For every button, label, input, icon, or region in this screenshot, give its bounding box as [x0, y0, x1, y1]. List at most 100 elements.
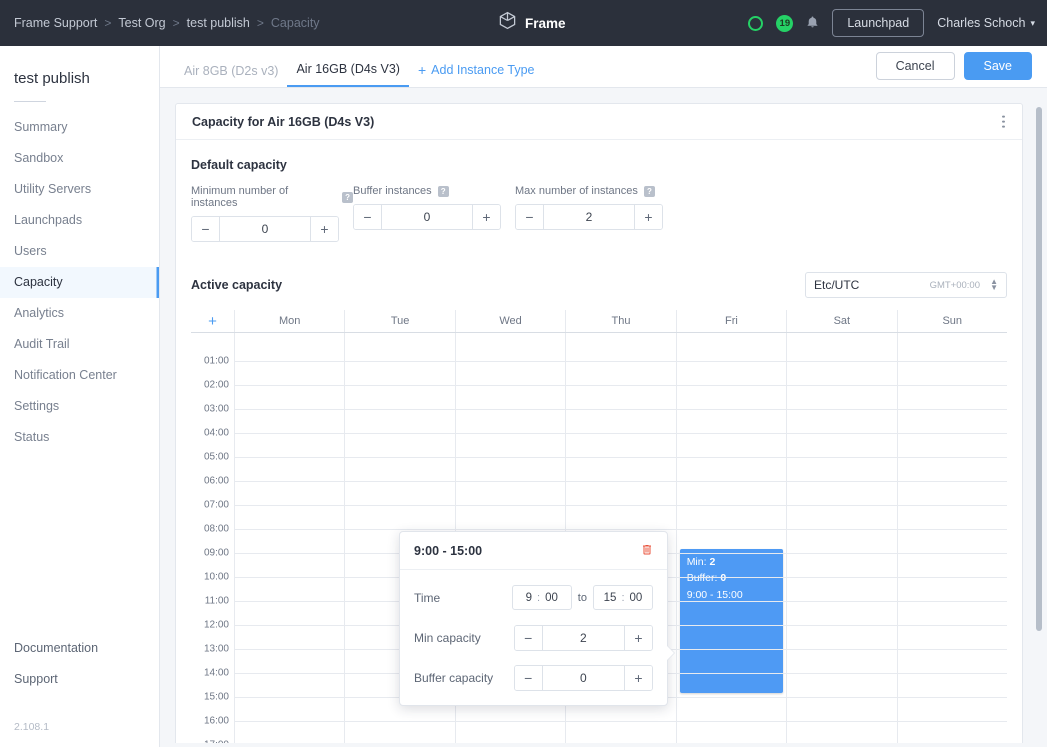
calendar-day-fri: Fri — [675, 310, 786, 332]
capacity-card-header: Capacity for Air 16GB (D4s V3) — [176, 104, 1022, 140]
more-options-icon[interactable] — [998, 111, 1009, 132]
plus-icon: + — [417, 62, 427, 78]
sidebar-item-notification-center[interactable]: Notification Center — [0, 360, 159, 391]
help-icon[interactable]: ? — [342, 191, 353, 203]
notification-count-badge[interactable]: 19 — [776, 14, 794, 32]
grid-line — [234, 529, 1007, 530]
calendar-column-sat[interactable] — [786, 333, 896, 743]
timezone-select[interactable]: Etc/UTC GMT+00:00 ▲ ▼ — [805, 272, 1007, 298]
sidebar-item-sandbox[interactable]: Sandbox — [0, 143, 159, 174]
sidebar-item-launchpads[interactable]: Launchpads — [0, 205, 159, 236]
sub-header-actions: Cancel Save — [875, 51, 1032, 80]
sidebar-item-capacity[interactable]: Capacity — [0, 267, 159, 298]
popover-buffer-capacity-label: Buffer capacity — [414, 670, 494, 685]
popover-time-row: Time 9 : 00 to 15 : 00 — [400, 581, 667, 614]
user-menu[interactable]: Charles Schoch ▾ — [937, 16, 1035, 30]
time-label: 03:00 — [203, 403, 229, 415]
sidebar-divider — [14, 101, 46, 102]
minus-icon[interactable]: − — [192, 217, 220, 241]
minus-icon[interactable]: − — [354, 205, 382, 229]
event-min-label: Min: — [686, 556, 707, 568]
popover-min-capacity-value[interactable]: 2 — [543, 626, 624, 650]
time-label: 17:00 — [204, 740, 229, 744]
time-label: 07:00 — [203, 499, 229, 511]
vertical-scrollbar-thumb[interactable] — [1036, 107, 1042, 631]
time-label: 13:00 — [203, 643, 229, 655]
time-label: 01:00 — [203, 355, 229, 367]
vertical-scroll-track[interactable] — [1031, 103, 1047, 743]
popover-min-capacity-stepper[interactable]: − 2 + — [513, 624, 653, 651]
plus-icon[interactable]: + — [624, 665, 652, 690]
help-icon[interactable]: ? — [437, 185, 449, 197]
sidebar-item-support[interactable]: Support — [0, 664, 160, 695]
breadcrumb-item-0[interactable]: Frame Support — [14, 16, 97, 30]
capacity-card-title: Capacity for Air 16GB (D4s V3) — [192, 114, 375, 129]
popover-buffer-capacity-stepper[interactable]: − 0 + — [513, 664, 653, 691]
tab-air-16gb[interactable]: Air 16GB (D4s V3) — [287, 62, 409, 87]
calendar-column-sun[interactable] — [896, 333, 1007, 743]
sidebar-item-audit-trail[interactable]: Audit Trail — [0, 329, 159, 360]
time-label: 14:00 — [203, 667, 229, 679]
minimum-instances-value[interactable]: 0 — [220, 217, 310, 241]
start-minute-value: 00 — [545, 591, 558, 604]
capacity-event-block[interactable]: Min: 2 Buffer: 0 9:00 - 15:00 — [679, 549, 784, 693]
breadcrumb-item-1[interactable]: Test Org — [118, 16, 165, 30]
help-icon[interactable]: ? — [643, 185, 655, 197]
breadcrumb-item-3: Capacity — [270, 16, 320, 30]
time-label: 11:00 — [204, 595, 229, 607]
breadcrumb-item-2[interactable]: test publish — [187, 16, 250, 30]
status-ok-icon[interactable] — [748, 15, 764, 31]
active-capacity-header: Active capacity Etc/UTC GMT+00:00 ▲ ▼ — [176, 242, 1022, 298]
plus-icon[interactable]: + — [634, 205, 662, 229]
capacity-schedule-popover: 9:00 - 15:00 Time 9 : 00 to 15 : 00 Min … — [399, 531, 674, 706]
bell-icon[interactable] — [806, 15, 819, 32]
end-time-field[interactable]: 15 : 00 — [592, 585, 653, 610]
calendar-column-mon[interactable] — [234, 333, 344, 743]
plus-icon[interactable]: + — [624, 625, 652, 650]
save-button[interactable]: Save — [963, 51, 1032, 80]
buffer-instances-stepper[interactable]: − 0 + — [353, 204, 501, 230]
grid-line — [234, 385, 1007, 386]
tab-air-8gb[interactable]: Air 8GB (D2s v3) — [175, 64, 287, 88]
popover-time-label: Time — [414, 590, 441, 605]
calendar-time-gutter: 01:00 02:00 03:00 04:00 05:00 06:00 07:0… — [191, 333, 234, 744]
popover-buffer-capacity-row: Buffer capacity − 0 + — [400, 661, 667, 694]
add-schedule-button[interactable]: + — [191, 310, 234, 332]
grid-line — [234, 361, 1007, 362]
plus-icon[interactable]: + — [310, 217, 338, 241]
buffer-instances-group: Buffer instances ? − 0 + — [353, 185, 515, 242]
sidebar-item-utility-servers[interactable]: Utility Servers — [0, 174, 159, 205]
calendar-day-tue: Tue — [344, 310, 454, 332]
cancel-button[interactable]: Cancel — [875, 51, 955, 80]
sidebar-item-users[interactable]: Users — [0, 236, 159, 267]
minus-icon[interactable]: − — [516, 205, 544, 229]
time-label: 15:00 — [203, 691, 229, 703]
sidebar-item-status[interactable]: Status — [0, 422, 159, 453]
sort-arrows-icon: ▲ ▼ — [990, 277, 998, 292]
max-instances-label-row: Max number of instances ? — [515, 185, 679, 197]
event-buffer-label: Buffer: — [686, 572, 718, 584]
sidebar-item-analytics[interactable]: Analytics — [0, 298, 159, 329]
trash-icon[interactable] — [641, 543, 653, 559]
sidebar-item-summary[interactable]: Summary — [0, 112, 159, 143]
grid-line — [234, 481, 1007, 482]
event-buffer-row: Buffer: 0 — [687, 570, 776, 586]
sidebar-item-settings[interactable]: Settings — [0, 391, 159, 422]
calendar-column-fri[interactable]: Min: 2 Buffer: 0 9:00 - 15:00 — [675, 333, 786, 743]
popover-buffer-capacity-value[interactable]: 0 — [543, 666, 624, 690]
launchpad-button[interactable]: Launchpad — [832, 9, 925, 37]
plus-icon[interactable]: + — [472, 205, 500, 229]
max-instances-value[interactable]: 2 — [544, 205, 634, 229]
popover-header: 9:00 - 15:00 — [400, 532, 667, 570]
buffer-instances-value[interactable]: 0 — [382, 205, 472, 229]
minus-icon[interactable]: − — [514, 625, 543, 650]
add-instance-type-button[interactable]: + Add Instance Type — [409, 63, 544, 87]
minimum-instances-group: Minimum number of instances ? − 0 + — [191, 185, 353, 242]
minus-icon[interactable]: − — [514, 665, 543, 690]
brand: Frame — [498, 0, 566, 46]
minimum-instances-stepper[interactable]: − 0 + — [191, 216, 339, 242]
start-time-field[interactable]: 9 : 00 — [511, 585, 572, 610]
sidebar-item-documentation[interactable]: Documentation — [0, 633, 160, 664]
max-instances-stepper[interactable]: − 2 + — [515, 204, 663, 230]
calendar-day-wed: Wed — [454, 310, 565, 332]
